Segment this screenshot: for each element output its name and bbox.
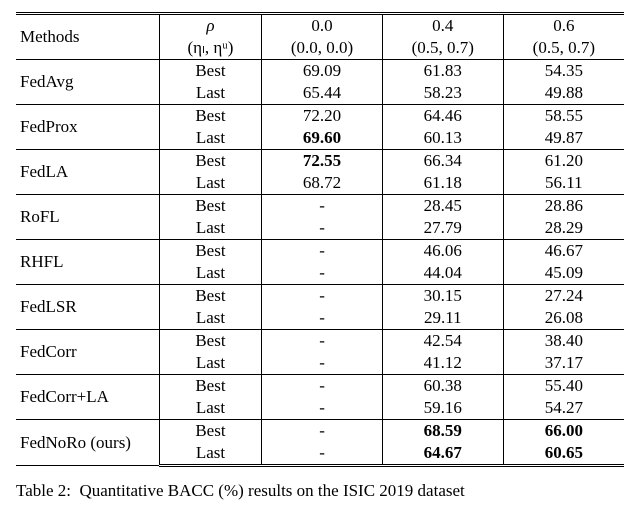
cell-value: 58.55	[503, 105, 624, 128]
cell-value: 64.46	[382, 105, 503, 128]
row-label-last: Last	[159, 217, 261, 240]
cell-value: -	[262, 262, 383, 285]
eta-label: (ηₗ, ηᵘ)	[159, 37, 261, 60]
row-label-best: Best	[159, 105, 261, 128]
cell-value: 68.72	[262, 172, 383, 195]
cell-value: 60.65	[503, 442, 624, 466]
method-name: RoFL	[16, 195, 159, 240]
row-label-best: Best	[159, 285, 261, 308]
cell-value: 54.27	[503, 397, 624, 420]
method-name: FedLSR	[16, 285, 159, 330]
rho-val-0: 0.0	[262, 14, 383, 38]
cell-value: -	[262, 442, 383, 466]
row-label-best: Best	[159, 375, 261, 398]
row-label-best: Best	[159, 330, 261, 353]
method-name: FedCorr	[16, 330, 159, 375]
cell-value: 45.09	[503, 262, 624, 285]
cell-value: 66.00	[503, 420, 624, 443]
row-label-last: Last	[159, 172, 261, 195]
cell-value: 44.04	[382, 262, 503, 285]
eta-val-1: (0.5, 0.7)	[382, 37, 503, 60]
cell-value: 59.16	[382, 397, 503, 420]
cell-value: 64.67	[382, 442, 503, 466]
cell-value: 46.06	[382, 240, 503, 263]
cell-value: -	[262, 285, 383, 308]
table-caption: Table 2: Quantitative BACC (%) results o…	[16, 481, 624, 501]
cell-value: 37.17	[503, 352, 624, 375]
table-body: FedAvgBest69.0961.8354.35Last65.4458.234…	[16, 60, 624, 466]
cell-value: 46.67	[503, 240, 624, 263]
row-label-last: Last	[159, 127, 261, 150]
cell-value: -	[262, 307, 383, 330]
cell-value: 29.11	[382, 307, 503, 330]
cell-value: 54.35	[503, 60, 624, 83]
row-label-best: Best	[159, 195, 261, 218]
cell-value: 66.34	[382, 150, 503, 173]
cell-value: 69.60	[262, 127, 383, 150]
cell-value: -	[262, 240, 383, 263]
col-methods: Methods	[16, 14, 159, 60]
row-label-last: Last	[159, 307, 261, 330]
row-label-last: Last	[159, 397, 261, 420]
cell-value: 61.18	[382, 172, 503, 195]
cell-value: 56.11	[503, 172, 624, 195]
method-name: FedNoRo (ours)	[16, 420, 159, 466]
row-label-last: Last	[159, 82, 261, 105]
cell-value: 60.13	[382, 127, 503, 150]
cell-value: 61.20	[503, 150, 624, 173]
cell-value: 27.79	[382, 217, 503, 240]
method-name: FedLA	[16, 150, 159, 195]
cell-value: -	[262, 375, 383, 398]
method-name: FedAvg	[16, 60, 159, 105]
cell-value: 61.83	[382, 60, 503, 83]
cell-value: -	[262, 217, 383, 240]
rho-val-2: 0.6	[503, 14, 624, 38]
rho-val-1: 0.4	[382, 14, 503, 38]
row-label-best: Best	[159, 60, 261, 83]
cell-value: 72.55	[262, 150, 383, 173]
cell-value: 69.09	[262, 60, 383, 83]
cell-value: -	[262, 352, 383, 375]
cell-value: 41.12	[382, 352, 503, 375]
row-label-best: Best	[159, 150, 261, 173]
method-name: RHFL	[16, 240, 159, 285]
cell-value: 60.38	[382, 375, 503, 398]
row-label-last: Last	[159, 262, 261, 285]
cell-value: 68.59	[382, 420, 503, 443]
cell-value: 49.88	[503, 82, 624, 105]
cell-value: 58.23	[382, 82, 503, 105]
cell-value: 42.54	[382, 330, 503, 353]
cell-value: 26.08	[503, 307, 624, 330]
method-name: FedCorr+LA	[16, 375, 159, 420]
cell-value: 49.87	[503, 127, 624, 150]
cell-value: 65.44	[262, 82, 383, 105]
cell-value: 72.20	[262, 105, 383, 128]
cell-value: 30.15	[382, 285, 503, 308]
rho-label: ρ	[159, 14, 261, 38]
row-label-last: Last	[159, 352, 261, 375]
row-label-best: Best	[159, 420, 261, 443]
cell-value: -	[262, 330, 383, 353]
cell-value: -	[262, 420, 383, 443]
row-label-last: Last	[159, 442, 261, 466]
cell-value: 38.40	[503, 330, 624, 353]
cell-value: 28.45	[382, 195, 503, 218]
cell-value: -	[262, 195, 383, 218]
cell-value: 27.24	[503, 285, 624, 308]
cell-value: 55.40	[503, 375, 624, 398]
row-label-best: Best	[159, 240, 261, 263]
eta-val-2: (0.5, 0.7)	[503, 37, 624, 60]
cell-value: 28.86	[503, 195, 624, 218]
table-header: Methods ρ 0.0 0.4 0.6 (ηₗ, ηᵘ) (0.0, 0.0…	[16, 14, 624, 60]
cell-value: 28.29	[503, 217, 624, 240]
results-table: Methods ρ 0.0 0.4 0.6 (ηₗ, ηᵘ) (0.0, 0.0…	[16, 12, 624, 467]
method-name: FedProx	[16, 105, 159, 150]
cell-value: -	[262, 397, 383, 420]
eta-val-0: (0.0, 0.0)	[262, 37, 383, 60]
